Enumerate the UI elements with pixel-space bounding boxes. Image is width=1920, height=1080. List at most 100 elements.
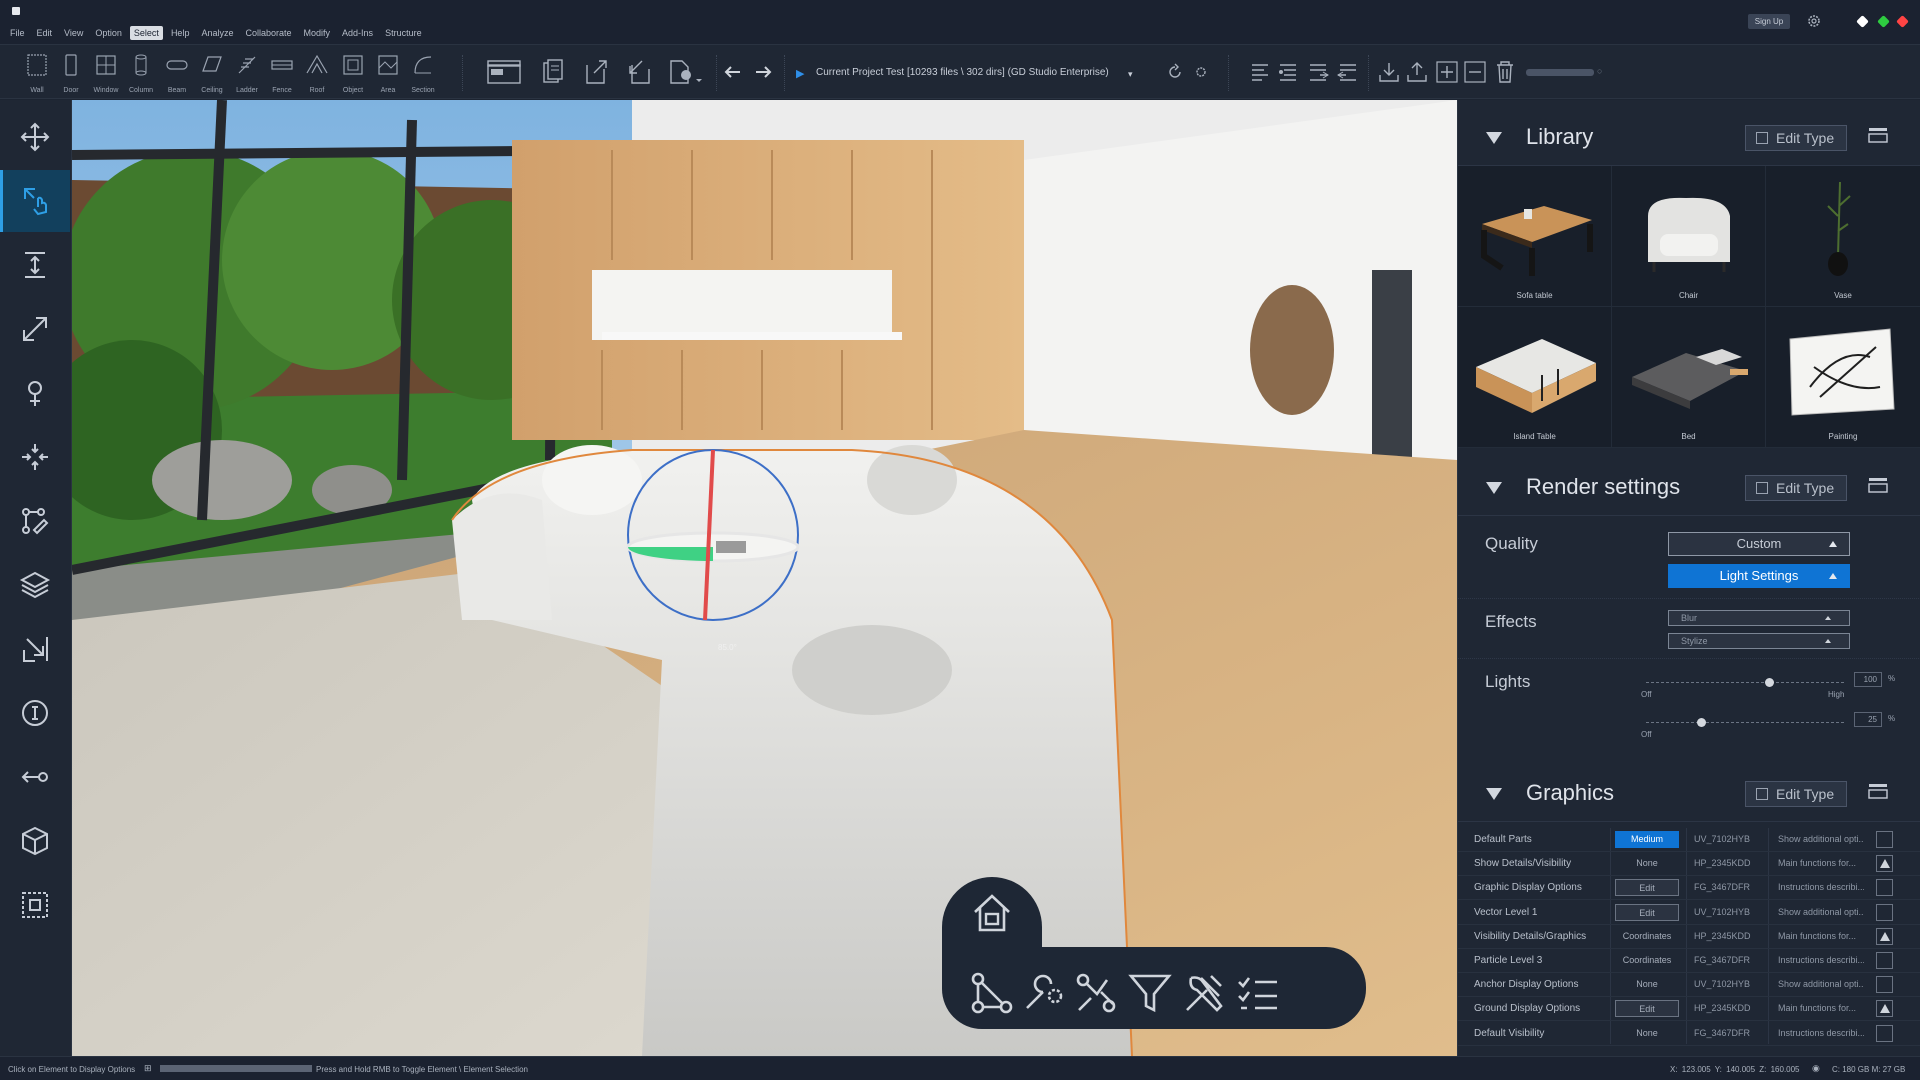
menu-file[interactable]: File: [6, 26, 29, 40]
import-file-icon[interactable]: [626, 59, 652, 85]
window-dot-red-icon[interactable]: [1896, 15, 1909, 28]
snap-tool[interactable]: [0, 618, 70, 680]
tool-fence[interactable]: Fence: [265, 51, 299, 95]
graphics-row-value[interactable]: Edit: [1615, 1000, 1679, 1018]
library-item-painting[interactable]: Painting: [1766, 307, 1920, 448]
checklist-icon[interactable]: [1235, 970, 1281, 1016]
wrench-hammer-icon[interactable]: [1181, 970, 1227, 1016]
library-item-vase[interactable]: Vase: [1766, 166, 1920, 307]
arrow-back-icon[interactable]: [720, 59, 746, 85]
project-path[interactable]: Current Project Test [10293 files \ 302 …: [816, 67, 1109, 78]
record-icon[interactable]: ◉: [1812, 1063, 1820, 1074]
grid-icon[interactable]: ⊞: [144, 1063, 152, 1074]
trash-icon[interactable]: [1492, 59, 1518, 85]
tool-section[interactable]: Section: [406, 51, 440, 95]
panel-collapse-icon[interactable]: [1868, 477, 1888, 493]
tool-ladder[interactable]: Ladder: [230, 51, 264, 95]
collapse-triangle-icon[interactable]: [1486, 132, 1502, 144]
remove-frame-icon[interactable]: [1462, 59, 1488, 85]
add-frame-icon[interactable]: [1434, 59, 1460, 85]
slider-2-value-input[interactable]: 25: [1854, 712, 1882, 727]
play-icon[interactable]: ▶: [796, 67, 804, 80]
graphics-row[interactable]: Vector Level 1 Edit UV_7102HYB Show additio…: [1458, 901, 1920, 925]
row-checkbox[interactable]: [1876, 952, 1893, 969]
path-edit-tool[interactable]: [0, 490, 70, 552]
library-item-sofa-table[interactable]: Sofa table: [1458, 166, 1612, 307]
graphics-row[interactable]: Graphic Display Options Edit FG_3467DFR Ins…: [1458, 876, 1920, 901]
settings-gear-icon[interactable]: [1806, 13, 1822, 29]
tool-window[interactable]: Window: [89, 51, 123, 95]
menu-select[interactable]: Select: [129, 26, 163, 40]
menu-structure[interactable]: Structure: [381, 26, 426, 40]
zoom-search-icon[interactable]: ○: [1597, 66, 1602, 76]
graphics-row[interactable]: Default Visibility None FG_3467DFR Instruct…: [1458, 1022, 1920, 1046]
lights-slider-2-track[interactable]: [1646, 722, 1844, 723]
row-checkbox[interactable]: [1876, 976, 1893, 994]
window-dot-white-icon[interactable]: [1856, 15, 1869, 28]
path-settings-icon[interactable]: [1192, 59, 1210, 85]
row-checkbox[interactable]: [1876, 1024, 1893, 1042]
tool-beam[interactable]: Beam: [160, 51, 194, 95]
graphics-row-value[interactable]: Medium: [1615, 831, 1679, 848]
align-tool[interactable]: [0, 426, 70, 488]
lights-slider-1-knob[interactable]: [1764, 678, 1774, 687]
library-item-island-table[interactable]: Island Table: [1458, 307, 1612, 448]
lights-slider-2-knob[interactable]: [1697, 718, 1707, 727]
zoom-slider[interactable]: [1526, 69, 1594, 76]
download-icon[interactable]: [1376, 59, 1402, 85]
library-item-bed[interactable]: Bed: [1612, 307, 1766, 448]
graphics-row[interactable]: Ground Display Options Edit HP_2345KDD Main…: [1458, 997, 1920, 1022]
panel-collapse-icon[interactable]: [1868, 783, 1888, 799]
tool-object[interactable]: Object: [336, 51, 370, 95]
tool-area[interactable]: Area: [371, 51, 405, 95]
graphics-row[interactable]: Anchor Display Options None UV_7102HYB Show…: [1458, 973, 1920, 998]
slider-1-value-input[interactable]: 100: [1854, 672, 1882, 687]
tool-column[interactable]: Column: [124, 51, 158, 95]
refresh-icon[interactable]: [1166, 59, 1184, 85]
indent-down-icon[interactable]: [1276, 59, 1302, 85]
back-tool[interactable]: [0, 746, 70, 808]
graphics-edit-type-button[interactable]: Edit Type: [1745, 781, 1847, 807]
lights-slider-1-track[interactable]: [1646, 682, 1844, 683]
documents-icon[interactable]: [540, 59, 566, 85]
tool-door[interactable]: Door: [54, 51, 88, 95]
graphics-row[interactable]: Default Parts Medium UV_7102HYB Show additi…: [1458, 828, 1920, 852]
light-settings-button[interactable]: Light Settings: [1668, 564, 1850, 588]
arrow-forward-icon[interactable]: [750, 59, 776, 85]
window-dot-green-icon[interactable]: [1877, 15, 1890, 28]
layers-tool[interactable]: [0, 554, 70, 616]
library-item-chair[interactable]: Chair: [1612, 166, 1766, 307]
render-edit-type-button[interactable]: Edit Type: [1745, 475, 1847, 501]
select-touch-tool[interactable]: [0, 170, 70, 232]
menu-collaborate[interactable]: Collaborate: [241, 26, 295, 40]
home-icon[interactable]: [969, 890, 1015, 936]
new-document-icon[interactable]: [668, 59, 704, 85]
cube-tool[interactable]: [0, 810, 70, 872]
filter-icon[interactable]: [1127, 970, 1173, 1016]
menu-help[interactable]: Help: [167, 26, 194, 40]
panel-collapse-icon[interactable]: [1868, 127, 1888, 143]
graphics-row[interactable]: Show Details/Visibility None HP_2345KDD Mai…: [1458, 852, 1920, 877]
quality-dropdown[interactable]: Custom: [1668, 532, 1850, 556]
graphics-row[interactable]: Visibility Details/Graphics Coordinates HP…: [1458, 925, 1920, 949]
graphics-row[interactable]: Particle Level 3 Coordinates FG_3467DFR Ins…: [1458, 949, 1920, 973]
effect-blur-dropdown[interactable]: Blur: [1668, 610, 1850, 626]
menu-option[interactable]: Option: [91, 26, 126, 40]
height-tool[interactable]: [0, 234, 70, 296]
pin-tool[interactable]: [0, 362, 70, 424]
effect-stylize-dropdown[interactable]: Stylize: [1668, 633, 1850, 649]
path-dropdown-icon[interactable]: ▾: [1128, 69, 1133, 80]
row-expand-up-icon[interactable]: [1876, 855, 1893, 873]
graphics-row-value[interactable]: Edit: [1615, 879, 1679, 897]
graphics-row-value[interactable]: Edit: [1615, 903, 1679, 921]
info-tool[interactable]: [0, 682, 70, 744]
route-icon[interactable]: [1073, 970, 1119, 1016]
collapse-triangle-icon[interactable]: [1486, 482, 1502, 494]
row-checkbox[interactable]: [1876, 831, 1893, 848]
indent-left-icon[interactable]: [1248, 59, 1274, 85]
row-checkbox[interactable]: [1876, 879, 1893, 897]
upload-icon[interactable]: [1404, 59, 1430, 85]
menu-edit[interactable]: Edit: [33, 26, 57, 40]
tools-icon[interactable]: [1021, 970, 1067, 1016]
sheet-layout-icon[interactable]: [487, 59, 521, 85]
